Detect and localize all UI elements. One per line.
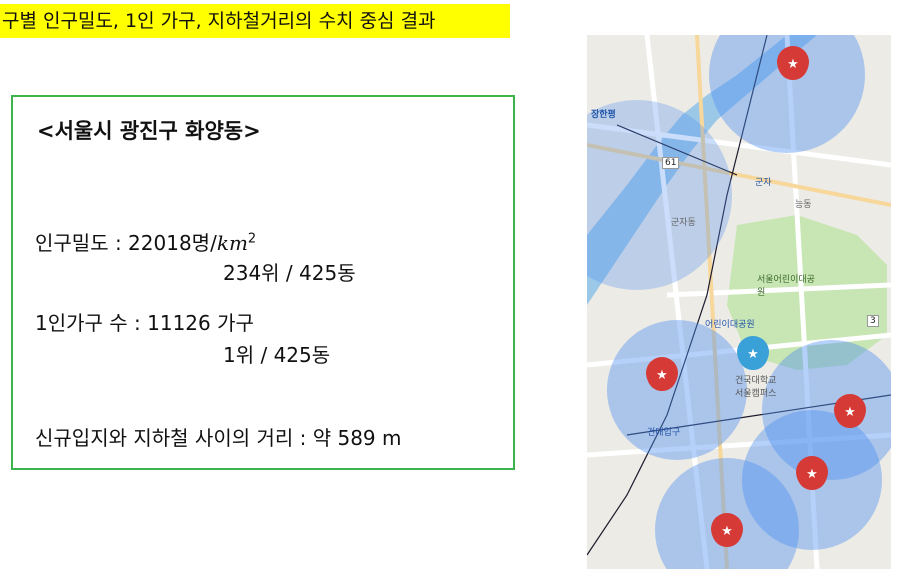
map-label-gunja-dong: 군자동: [671, 218, 696, 228]
svg-text:★: ★: [747, 347, 759, 362]
density-unit-power: 2: [247, 231, 257, 247]
map-label-jangan: 장한평: [591, 110, 616, 120]
map-label-konkuk: 건국대학교 서울캠퍼스: [735, 376, 777, 399]
map-label-gunja: 군자: [755, 178, 772, 188]
info-box: <서울시 광진구 화양동> 인구밀도 : 22018명/km2 234위 / 4…: [11, 95, 515, 470]
map-label-konkuk-station: 건대입구: [647, 428, 681, 438]
population-density-stat: 인구밀도 : 22018명/km2: [35, 227, 256, 256]
district-map[interactable]: ★ ★ ★ ★ ★ ★ 장한평 61 군자동 군자 능동 서울어린이대공원 어린…: [587, 35, 891, 569]
single-household-stat: 1인가구 수 : 11126 가구: [35, 311, 254, 335]
svg-text:★: ★: [721, 524, 733, 539]
svg-text:★: ★: [806, 467, 818, 482]
headline-banner: 구별 인구밀도, 1인 가구, 지하철거리의 수치 중심 결과: [0, 4, 510, 38]
map-route-61: 61: [662, 157, 680, 169]
map-label-park-station: 어린이대공원: [705, 320, 755, 330]
population-density-rank: 234위 / 425동: [223, 261, 356, 285]
svg-text:★: ★: [656, 368, 668, 383]
map-canvas: ★ ★ ★ ★ ★ ★: [587, 35, 891, 569]
svg-text:★: ★: [787, 57, 799, 72]
map-label-park: 서울어린이대공원: [757, 275, 815, 298]
district-title: <서울시 광진구 화양동>: [37, 119, 261, 143]
subway-distance-stat: 신규입지와 지하철 사이의 거리 : 약 589 m: [35, 426, 402, 450]
map-label-neung-dong: 능동: [795, 200, 812, 210]
map-route-3: 3: [867, 315, 879, 327]
population-density-label: 인구밀도 : 22018명/: [35, 231, 217, 255]
single-household-rank: 1위 / 425동: [223, 343, 331, 367]
svg-text:★: ★: [844, 405, 856, 420]
catchment-area: [607, 320, 747, 460]
density-unit: km: [216, 231, 248, 255]
